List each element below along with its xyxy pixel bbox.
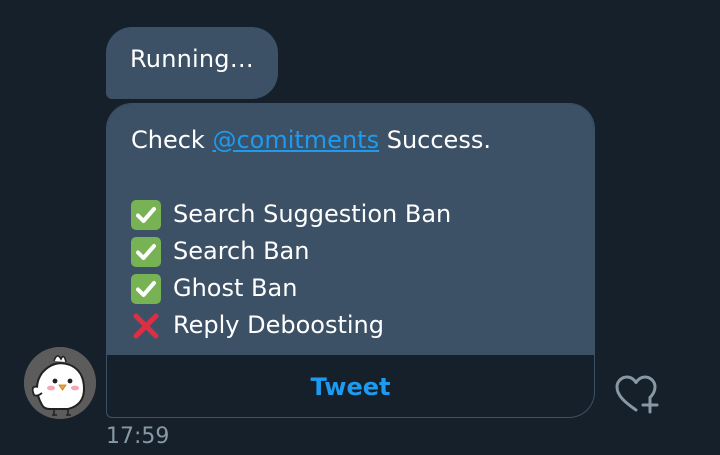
check-item-search-ban: Search Ban	[131, 233, 582, 270]
result-card-body: Check @comitments Success. Search Sugges…	[107, 104, 594, 355]
tweet-button[interactable]: Tweet	[107, 355, 594, 417]
heart-plus-icon[interactable]	[612, 372, 660, 420]
check-item-ghost-ban: Ghost Ban	[131, 270, 582, 307]
cross-mark-icon	[131, 311, 161, 341]
status-message-text: Running…	[130, 45, 254, 73]
intro-prefix: Check	[131, 126, 205, 154]
check-item-label: Search Ban	[173, 237, 310, 265]
chick-avatar-icon	[24, 347, 96, 419]
check-item-label: Reply Deboosting	[173, 311, 384, 339]
check-mark-button-icon	[131, 199, 161, 230]
check-item-label: Ghost Ban	[173, 274, 298, 302]
message-timestamp: 17:59	[106, 424, 170, 449]
check-item-search-suggestion-ban: Search Suggestion Ban	[131, 196, 582, 233]
dm-conversation: Running… Check @comitments Success. Sear…	[0, 0, 720, 455]
status-message-bubble: Running…	[106, 27, 278, 99]
result-card: Check @comitments Success. Search Sugges…	[106, 103, 595, 418]
avatar[interactable]	[24, 347, 96, 419]
check-mark-button-icon	[131, 273, 161, 304]
mention-link[interactable]: @comitments	[212, 122, 379, 159]
check-mark-button-icon	[131, 236, 161, 267]
result-intro-line: Check @comitments Success.	[131, 122, 582, 159]
check-item-reply-deboosting: Reply Deboosting	[131, 307, 582, 344]
intro-suffix: Success.	[386, 126, 491, 154]
check-item-label: Search Suggestion Ban	[173, 200, 452, 228]
result-card-text: Check @comitments Success. Search Sugges…	[131, 122, 582, 344]
